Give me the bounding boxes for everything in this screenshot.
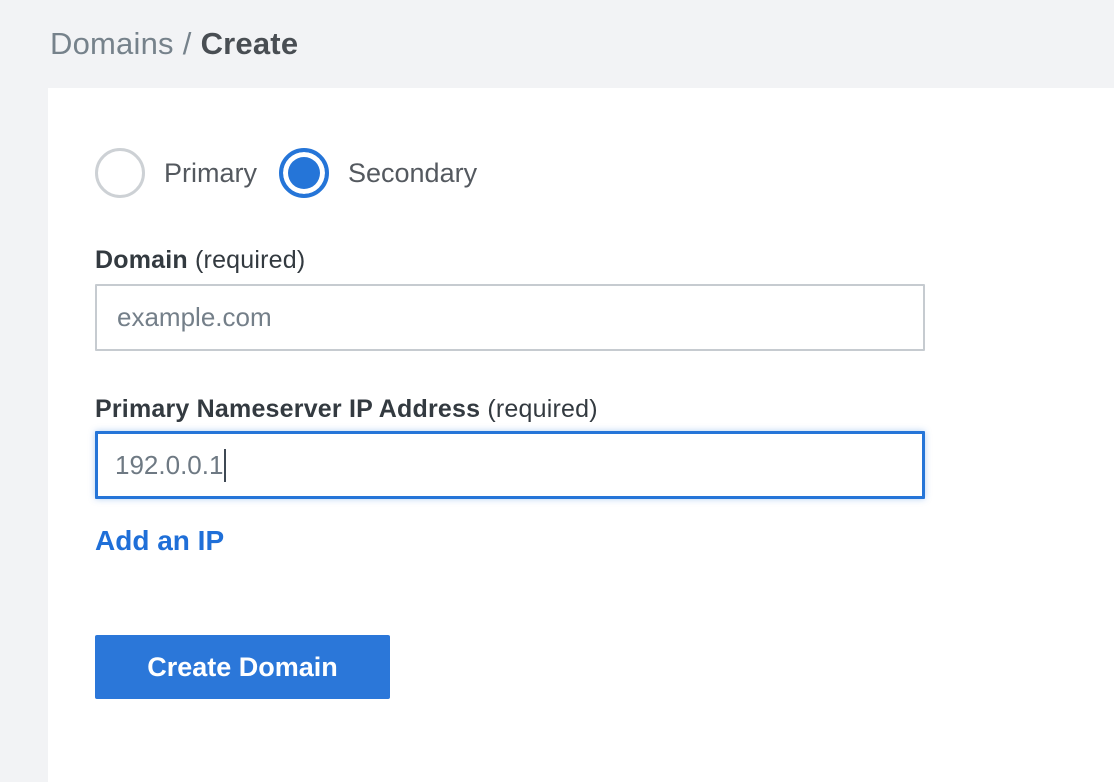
create-domain-button[interactable]: Create Domain [95,635,390,699]
breadcrumb-domains[interactable]: Domains [50,26,174,61]
domain-field-label: Domain (required) [95,246,1114,275]
breadcrumb-create: Create [201,26,299,61]
ip-input-value: 192.0.0.1 [115,450,223,481]
domain-label-text: Domain [95,246,188,274]
radio-primary-label: Primary [164,158,257,189]
ip-field-label: Primary Nameserver IP Address (required) [95,395,1114,424]
text-caret [224,449,226,482]
ip-label-text: Primary Nameserver IP Address [95,395,480,423]
create-domain-panel: Primary Secondary Domain (required) Prim… [48,88,1114,782]
domain-required-note: (required) [195,246,305,274]
ip-required-note: (required) [487,395,597,423]
radio-primary-circle[interactable] [95,148,145,198]
domain-type-radio-group: Primary Secondary [95,148,1114,198]
ip-input[interactable]: 192.0.0.1 [95,431,925,499]
breadcrumb-band: Domains/Create [0,0,1114,88]
radio-option-secondary[interactable]: Secondary [279,148,477,198]
breadcrumb: Domains/Create [50,26,298,62]
radio-secondary-label: Secondary [348,158,477,189]
add-ip-link[interactable]: Add an IP [95,525,224,557]
domain-input[interactable] [95,284,925,351]
radio-option-primary[interactable]: Primary [95,148,257,198]
breadcrumb-separator: / [174,26,201,61]
radio-secondary-circle[interactable] [279,148,329,198]
